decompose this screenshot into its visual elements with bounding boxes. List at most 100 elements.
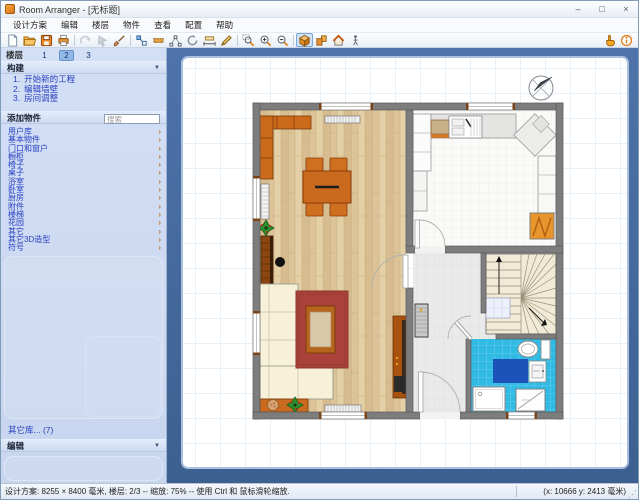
collapse-arrow-icon[interactable]: ▼	[154, 65, 160, 71]
bookshelf[interactable]	[261, 236, 273, 289]
rug-with-coffee-table[interactable]	[296, 291, 348, 368]
floors-label: 楼层	[6, 49, 23, 61]
open-file-button[interactable]	[21, 33, 38, 47]
radiator-left[interactable]	[261, 184, 269, 219]
menu-objects[interactable]: 物件	[116, 18, 147, 32]
more-libraries-link[interactable]: 其它库... (7)	[8, 424, 53, 436]
floor-plan[interactable]	[183, 58, 629, 469]
rotate-button[interactable]	[184, 33, 201, 47]
zoom-region-icon	[242, 34, 255, 47]
view-3d-icon	[298, 34, 311, 47]
corner-table-with-plant[interactable]	[260, 397, 308, 413]
pointer-hand-button[interactable]	[601, 33, 618, 47]
resize-grip[interactable]: ⋰	[628, 490, 637, 498]
zoom-in-button[interactable]	[257, 33, 274, 47]
category-other-3d[interactable]: 其它3D造型›	[8, 236, 161, 244]
title-bar: Room Arranger - [无标题] – □ ×	[1, 1, 638, 18]
build-step-adjust-rooms[interactable]: 3.房间调整	[13, 94, 162, 104]
category-chairs[interactable]: 椅子›	[8, 161, 161, 169]
move-selection-button[interactable]	[133, 33, 150, 47]
category-doors-windows[interactable]: 门口和窗户›	[8, 145, 161, 153]
shower-tray[interactable]	[473, 387, 505, 411]
print-button[interactable]	[55, 33, 72, 47]
radiator-bottom[interactable]	[325, 405, 361, 412]
menu-edit[interactable]: 编辑	[54, 18, 85, 32]
compass-rose[interactable]	[529, 76, 553, 100]
category-accessories[interactable]: 附件›	[8, 203, 161, 211]
zoom-region-button[interactable]	[240, 33, 257, 47]
measure-icon	[203, 34, 216, 47]
zoom-out-icon	[276, 34, 289, 47]
round-stool[interactable]	[275, 257, 285, 267]
floor-tab-1[interactable]: 1	[37, 50, 52, 61]
category-cabinets[interactable]: 橱柜›	[8, 153, 161, 161]
build-section-header[interactable]: 构建 ▼	[1, 61, 166, 74]
category-tables[interactable]: 桌子›	[8, 169, 161, 177]
category-bathroom[interactable]: 浴室›	[8, 178, 161, 186]
objects-3d-button[interactable]	[313, 33, 330, 47]
drawing-page[interactable]	[181, 56, 629, 469]
object-search-input[interactable]	[104, 114, 160, 124]
category-kitchen[interactable]: 厨房›	[8, 194, 161, 202]
walk-mode-button[interactable]	[347, 33, 364, 47]
menu-settings[interactable]: 配置	[178, 18, 209, 32]
staircase[interactable]	[486, 254, 556, 334]
minimize-button[interactable]: –	[570, 3, 586, 15]
edit-points-button[interactable]	[167, 33, 184, 47]
house-view-button[interactable]	[330, 33, 347, 47]
move-selection-icon	[135, 34, 148, 47]
menu-design[interactable]: 设计方案	[6, 18, 54, 32]
rotate-icon	[186, 34, 199, 47]
category-symbols[interactable]: 符号›	[8, 244, 161, 252]
bathroom-sink[interactable]	[529, 361, 546, 382]
add-wall-button[interactable]	[150, 33, 167, 47]
radiator-top[interactable]	[325, 116, 360, 123]
sidebar-panel-inner	[85, 336, 161, 417]
hall-radiator[interactable]	[415, 304, 428, 337]
menu-floors[interactable]: 楼层	[85, 18, 116, 32]
category-garden[interactable]: 花园›	[8, 219, 161, 227]
floor-tab-3[interactable]: 3	[81, 50, 96, 61]
save-button[interactable]	[38, 33, 55, 47]
edit-section-header[interactable]: 编辑 ▼	[1, 439, 166, 452]
add-wall-icon	[152, 34, 165, 47]
kitchen-sink[interactable]	[449, 116, 482, 138]
status-text: 设计方案: 8255 × 8400 毫米, 楼层: 2/3 -- 缩放: 75%…	[1, 486, 516, 497]
draw-wall-button[interactable]	[218, 33, 235, 47]
objects-3d-icon	[315, 34, 328, 47]
floor-tab-2[interactable]: 2	[59, 50, 74, 61]
washing-machine[interactable]	[516, 389, 545, 411]
walk-mode-icon	[349, 34, 362, 47]
category-bedroom[interactable]: 卧室›	[8, 186, 161, 194]
zoom-in-icon	[259, 34, 272, 47]
select-tool-button[interactable]	[94, 33, 111, 47]
window-living-top	[319, 103, 373, 110]
select-arrow-icon	[96, 34, 109, 47]
menu-view[interactable]: 查看	[147, 18, 178, 32]
menu-help[interactable]: 帮助	[209, 18, 240, 32]
window-left-upper	[253, 176, 260, 221]
info-button[interactable]	[618, 33, 635, 47]
floors-row: 楼层 1 2 3	[1, 49, 166, 61]
zoom-out-button[interactable]	[274, 33, 291, 47]
undo-button[interactable]	[77, 33, 94, 47]
window-title: Room Arranger - [无标题]	[19, 3, 120, 16]
new-file-button[interactable]	[4, 33, 21, 47]
measure-button[interactable]	[201, 33, 218, 47]
view-3d-button[interactable]	[296, 33, 313, 47]
maximize-button[interactable]: □	[594, 3, 610, 15]
category-stairs[interactable]: 楼梯›	[8, 211, 161, 219]
open-folder-icon	[23, 34, 36, 47]
collapse-arrow-icon[interactable]: ▼	[154, 443, 160, 449]
object-categories: 用户库› 基本物件› 门口和窗户› 橱柜› 椅子› 桌子› 浴室› 卧室› 厨房…	[8, 128, 161, 252]
print-icon	[57, 34, 70, 47]
close-button[interactable]: ×	[618, 3, 634, 15]
save-icon	[40, 34, 53, 47]
build-steps: 1.开始新的工程 2.编辑墙壁 3.房间调整	[13, 75, 162, 104]
toolbar	[1, 33, 638, 48]
tv-cabinet[interactable]	[393, 316, 406, 398]
bath-mat[interactable]	[493, 359, 528, 383]
brush-button[interactable]	[111, 33, 128, 47]
menu-bar: 设计方案 编辑 楼层 物件 查看 配置 帮助	[1, 18, 638, 33]
add-objects-header: 添加物件	[1, 111, 166, 124]
